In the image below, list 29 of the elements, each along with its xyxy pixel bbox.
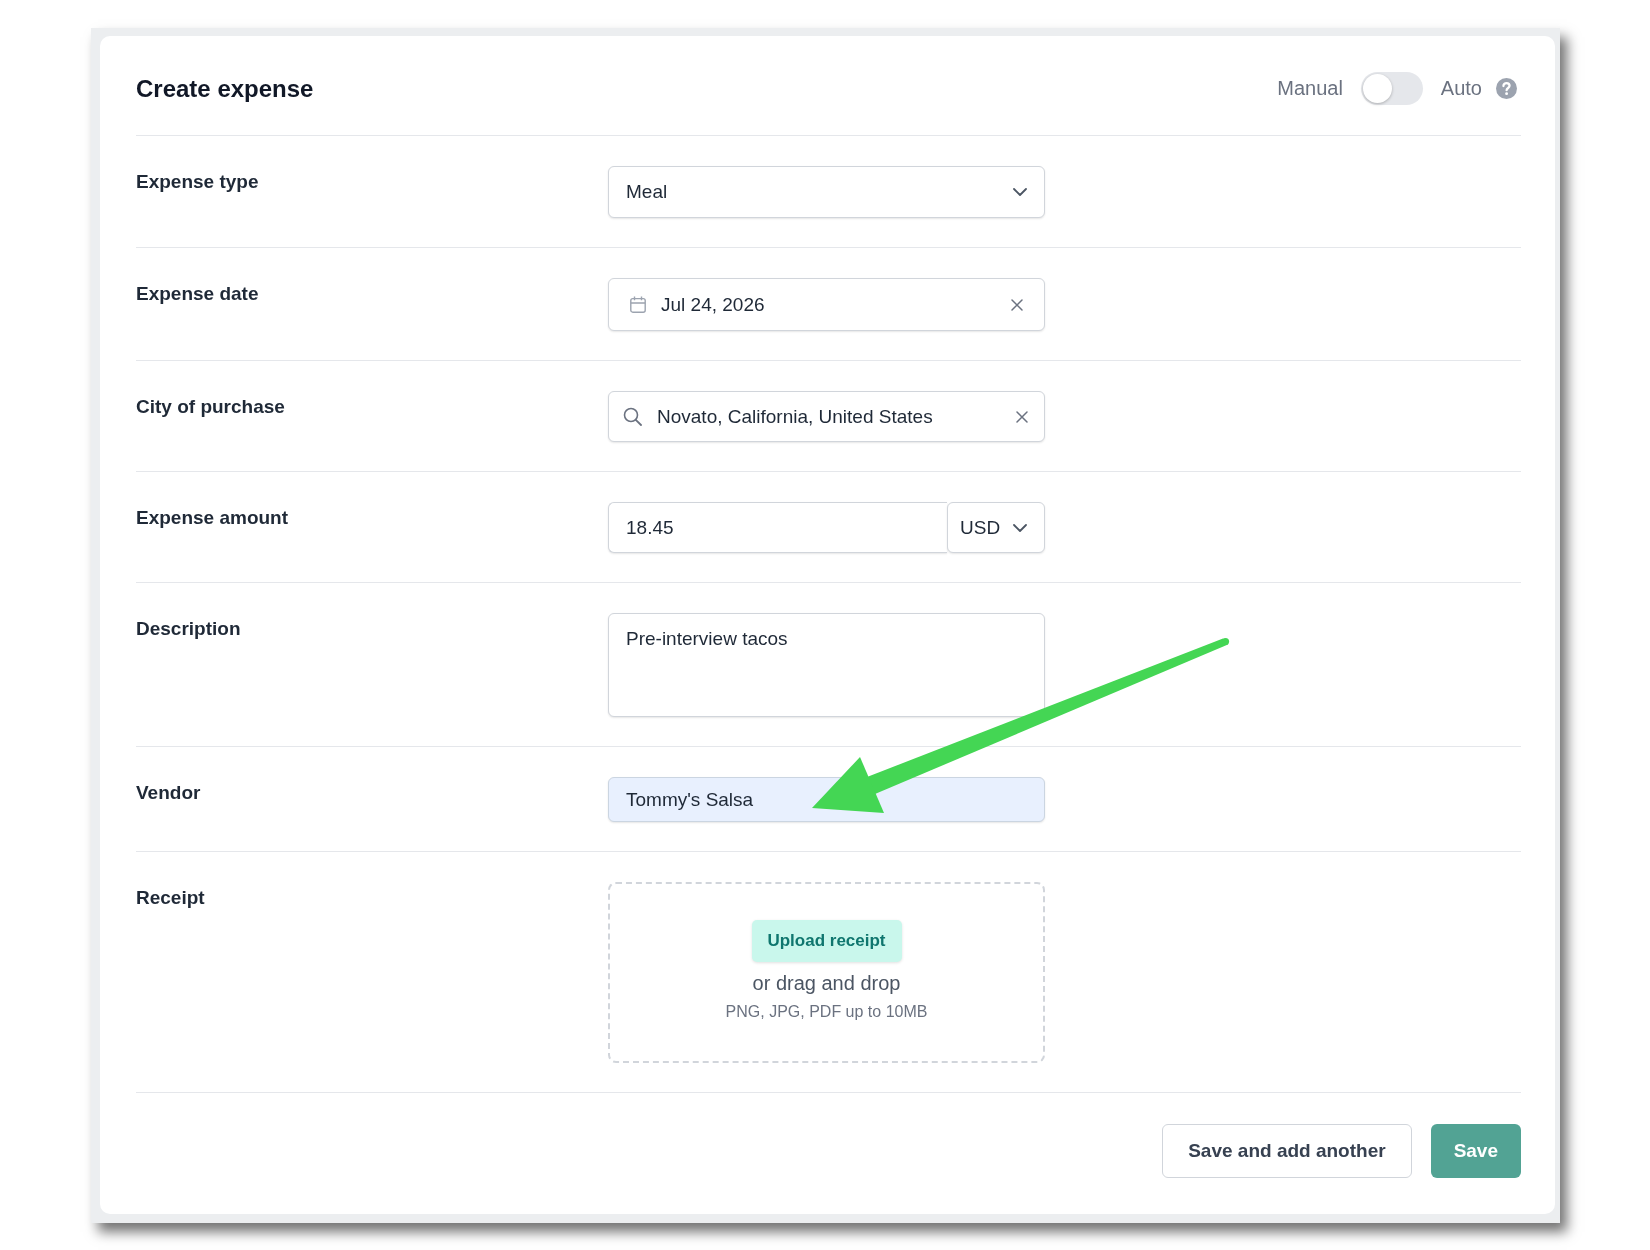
upload-dropzone[interactable]: Upload receipt or drag and drop PNG, JPG, PDF up to 10MB xyxy=(608,882,1045,1063)
field-label: Expense type xyxy=(136,170,260,194)
calendar-icon xyxy=(630,296,646,313)
clear-icon[interactable] xyxy=(1016,410,1028,423)
mode-toggle[interactable] xyxy=(1360,72,1423,105)
field-label: Expense amount xyxy=(136,506,290,530)
save-and-add-another-button[interactable]: Save and add another xyxy=(1162,1124,1412,1178)
expense-type-select[interactable]: Meal xyxy=(608,166,1045,218)
field-label: City of purchase xyxy=(136,395,286,419)
drag-drop-hint: or drag and drop xyxy=(752,971,901,996)
file-types-note: PNG, JPG, PDF up to 10MB xyxy=(725,1002,928,1022)
city-search-input[interactable]: Novato, California, United States xyxy=(608,391,1045,442)
field-label: Expense date xyxy=(136,282,260,306)
chevron-down-icon xyxy=(1013,523,1027,532)
field-label: Description xyxy=(136,617,242,641)
amount-input[interactable]: 18.45 xyxy=(608,502,947,553)
mode-label: Auto xyxy=(1440,77,1482,100)
help-icon[interactable] xyxy=(1496,78,1517,99)
chevron-down-icon xyxy=(1013,188,1027,196)
description-textarea[interactable]: Pre-interview tacos xyxy=(608,613,1045,717)
field-label: Vendor xyxy=(136,781,202,805)
search-icon xyxy=(623,407,642,426)
field-label: Receipt xyxy=(136,886,206,910)
mode-label: Manual xyxy=(1277,77,1343,100)
form-title: Create expense xyxy=(136,74,314,103)
date-input[interactable]: Jul 24, 2026 xyxy=(608,278,1045,331)
currency-select[interactable]: USD xyxy=(947,502,1045,553)
upload-receipt-button[interactable]: Upload receipt xyxy=(751,920,902,962)
clear-icon[interactable] xyxy=(1011,298,1023,311)
